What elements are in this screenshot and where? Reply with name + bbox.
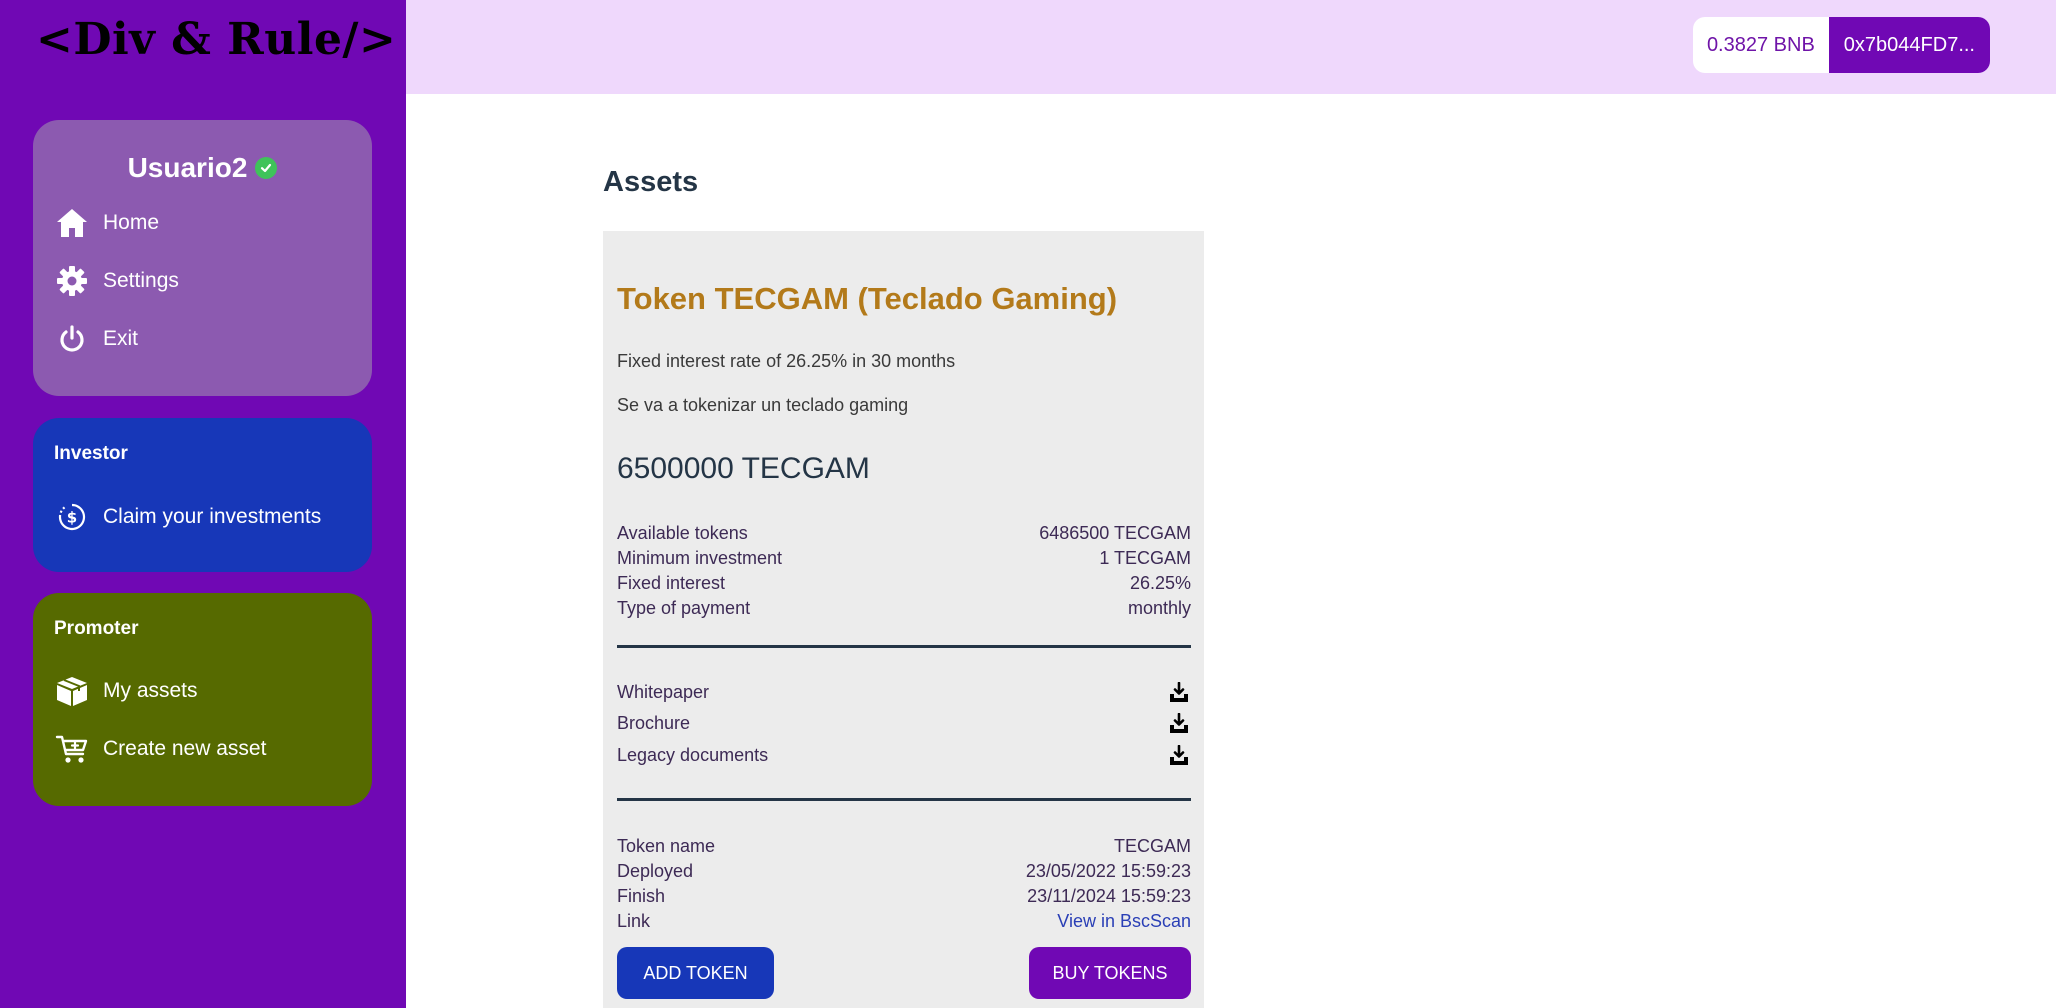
document-row-brochure: Brochure (617, 711, 1191, 736)
topbar: 0.3827 BNB 0x7b044FD7... (406, 0, 2056, 94)
asset-interest-text: Fixed interest rate of 26.25% in 30 mont… (617, 351, 956, 371)
token-info-row: Token name TECGAM (617, 834, 1191, 859)
sidebar-item-claim-investments[interactable]: $ Claim your investments (55, 500, 321, 534)
promoter-card: Promoter My assets Create new asset (33, 593, 372, 806)
detail-row: Type of payment monthly (617, 596, 1191, 621)
info-label: Deployed (617, 861, 694, 881)
detail-label: Fixed interest (617, 573, 726, 593)
detail-row: Available tokens 6486500 TECGAM (617, 521, 1191, 546)
username: Usuario2 (127, 152, 248, 183)
sidebar-item-label: Create new asset (103, 737, 267, 760)
user-card: Usuario2 Home Settings Exit (33, 120, 372, 396)
wallet-address[interactable]: 0x7b044FD7... (1828, 17, 1990, 73)
sidebar-item-label: Home (103, 211, 160, 234)
sidebar-item-label: Exit (103, 327, 139, 350)
wallet-balance: 0.3827 BNB (1692, 17, 1829, 73)
download-icon[interactable] (1167, 681, 1191, 705)
sidebar-item-home[interactable]: Home (55, 206, 159, 240)
document-row-whitepaper: Whitepaper (617, 680, 1191, 705)
token-info-row: Deployed 23/05/2022 15:59:23 (617, 859, 1191, 884)
sidebar-item-my-assets[interactable]: My assets (55, 674, 198, 708)
download-icon[interactable] (1167, 712, 1191, 736)
sidebar-item-exit[interactable]: Exit (55, 322, 138, 356)
info-label: Finish (617, 886, 666, 906)
detail-label: Available tokens (617, 523, 748, 543)
svg-text:$: $ (67, 509, 77, 527)
investor-card: Investor $ Claim your investments (33, 418, 372, 572)
info-value: 23/05/2022 15:59:23 (1025, 861, 1191, 881)
detail-value: 1 TECGAM (1099, 548, 1191, 568)
asset-title: Token TECGAM (Teclado Gaming) (617, 281, 1118, 316)
add-token-button[interactable]: ADD TOKEN (617, 947, 774, 999)
sidebar-item-label: My assets (103, 679, 198, 702)
box-icon (55, 674, 89, 708)
document-label: Legacy documents (617, 745, 769, 765)
home-icon (55, 206, 89, 240)
asset-card: Token TECGAM (Teclado Gaming) Fixed inte… (603, 231, 1204, 1008)
power-icon (55, 322, 89, 356)
detail-row: Minimum investment 1 TECGAM (617, 546, 1191, 571)
divider (617, 798, 1191, 801)
detail-label: Type of payment (617, 598, 751, 618)
document-row-legacy: Legacy documents (617, 743, 1191, 768)
sidebar-item-label: Settings (103, 269, 179, 292)
page-title: Assets (603, 166, 699, 198)
promoter-title: Promoter (54, 618, 139, 639)
gear-icon (55, 264, 89, 298)
sidebar-item-label: Claim your investments (103, 505, 322, 528)
detail-value: 26.25% (1129, 573, 1191, 593)
verified-check-icon (255, 157, 278, 179)
token-info-row: Link View in BscScan (617, 909, 1191, 934)
info-value: 23/11/2024 15:59:23 (1027, 886, 1191, 906)
detail-value: monthly (1127, 598, 1191, 618)
user-header: Usuario2 (33, 152, 372, 184)
asset-description: Se va a tokenizar un teclado gaming (617, 395, 909, 415)
asset-total-supply: 6500000 TECGAM (617, 452, 870, 485)
wallet-widget[interactable]: 0.3827 BNB 0x7b044FD7... (1692, 17, 1990, 73)
cart-plus-icon (55, 732, 89, 766)
divider (617, 645, 1191, 648)
app-logo: <Div & Rule/> (36, 14, 397, 65)
sidebar: <Div & Rule/> Usuario2 Home Settings Exi… (0, 0, 406, 1008)
info-label: Link (617, 911, 651, 931)
detail-row: Fixed interest 26.25% (617, 571, 1191, 596)
dollar-cycle-icon: $ (55, 500, 89, 534)
document-label: Whitepaper (617, 682, 710, 702)
download-icon[interactable] (1167, 744, 1191, 768)
bscscan-link[interactable]: View in BscScan (1057, 911, 1191, 932)
sidebar-item-create-asset[interactable]: Create new asset (55, 732, 266, 766)
detail-value: 6486500 TECGAM (1039, 523, 1191, 543)
detail-label: Minimum investment (617, 548, 783, 568)
buy-tokens-button[interactable]: BUY TOKENS (1029, 947, 1191, 999)
document-label: Brochure (617, 713, 691, 733)
info-label: Token name (617, 836, 716, 856)
info-value: TECGAM (1113, 836, 1191, 856)
sidebar-item-settings[interactable]: Settings (55, 264, 179, 298)
token-info-row: Finish 23/11/2024 15:59:23 (617, 884, 1191, 909)
investor-title: Investor (54, 443, 128, 464)
